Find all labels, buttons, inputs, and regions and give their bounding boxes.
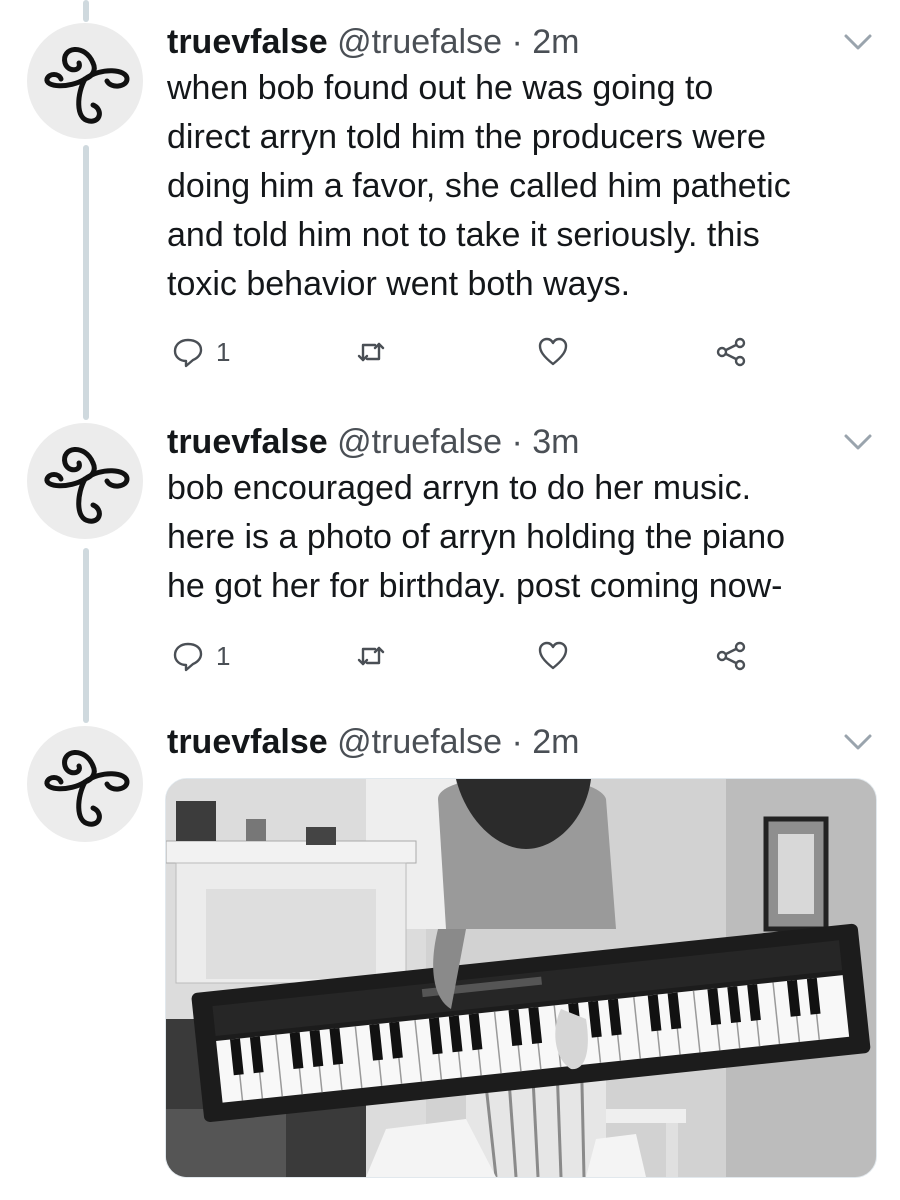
share-icon <box>716 641 746 671</box>
reply-button[interactable]: 1 <box>172 636 230 676</box>
display-name[interactable]: truevfalse <box>167 423 328 461</box>
share-button[interactable] <box>715 332 747 372</box>
timestamp[interactable]: 2m <box>532 723 579 761</box>
like-button[interactable] <box>537 636 569 676</box>
reply-button[interactable]: 1 <box>172 332 230 372</box>
thread-line <box>83 145 89 420</box>
reply-icon <box>173 642 203 672</box>
swirl-knot-icon <box>44 750 130 827</box>
tweet-header: truevfalse @truefalse · 3m <box>167 420 579 464</box>
tweet-header: truevfalse @truefalse · 2m <box>167 20 579 64</box>
chevron-down-icon <box>844 434 872 450</box>
share-button[interactable] <box>715 636 747 676</box>
tweet-text: when bob found out he was going to direc… <box>167 69 791 303</box>
tweet-menu-button[interactable] <box>842 730 874 754</box>
avatar[interactable] <box>27 423 143 539</box>
timestamp[interactable]: 2m <box>532 23 579 61</box>
tweet-actions: 1 <box>167 332 787 372</box>
tweet-header: truevfalse @truefalse · 2m <box>167 720 579 764</box>
avatar[interactable] <box>27 726 143 842</box>
avatar[interactable] <box>27 23 143 139</box>
tweet-photo[interactable] <box>165 778 877 1178</box>
swirl-knot-icon <box>44 447 130 524</box>
retweet-icon <box>357 342 385 362</box>
user-handle[interactable]: @truefalse <box>337 423 502 461</box>
display-name[interactable]: truevfalse <box>167 723 328 761</box>
tweet-menu-button[interactable] <box>842 30 874 54</box>
heart-icon <box>538 337 568 366</box>
reply-icon <box>173 338 203 368</box>
separator-dot: · <box>511 23 523 61</box>
user-handle[interactable]: @truefalse <box>337 723 502 761</box>
reply-count: 1 <box>216 640 231 671</box>
thread-line <box>83 0 89 22</box>
display-name[interactable]: truevfalse <box>167 23 328 61</box>
retweet-button[interactable] <box>355 332 387 372</box>
retweet-icon <box>357 646 385 666</box>
tweet-actions: 1 <box>167 636 787 676</box>
timestamp[interactable]: 3m <box>532 423 579 461</box>
share-icon <box>716 337 746 367</box>
separator-dot: · <box>511 723 523 761</box>
reply-count: 1 <box>216 336 231 367</box>
retweet-button[interactable] <box>355 636 387 676</box>
user-handle[interactable]: @truefalse <box>337 23 502 61</box>
photo-piano-image <box>166 779 876 1177</box>
tweet-text: bob encouraged arryn to do her music. he… <box>167 469 786 605</box>
chevron-down-icon <box>844 734 872 750</box>
tweet-menu-button[interactable] <box>842 430 874 454</box>
chevron-down-icon <box>844 34 872 50</box>
thread-line <box>83 548 89 723</box>
separator-dot: · <box>511 423 523 461</box>
heart-icon <box>538 641 568 670</box>
like-button[interactable] <box>537 332 569 372</box>
swirl-knot-icon <box>44 47 130 124</box>
